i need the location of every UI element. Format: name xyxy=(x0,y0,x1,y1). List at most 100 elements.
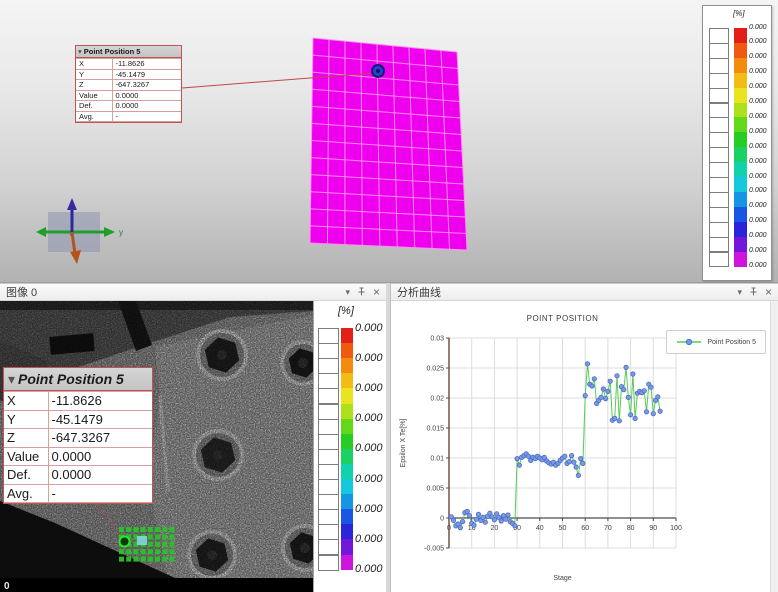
legend-checkbox[interactable] xyxy=(709,206,729,223)
point-label-3d[interactable]: ▾ Point Position 5 X -11.8626 Y -45.1479 Z -6… xyxy=(75,45,182,123)
data-point[interactable] xyxy=(475,511,482,517)
data-point[interactable] xyxy=(525,453,531,459)
close-icon[interactable]: × xyxy=(373,286,380,298)
data-point[interactable] xyxy=(655,394,661,400)
data-point[interactable] xyxy=(632,415,638,422)
data-point[interactable] xyxy=(657,408,663,414)
data-point[interactable] xyxy=(578,456,584,462)
data-point[interactable] xyxy=(464,508,470,514)
data-point[interactable] xyxy=(512,523,518,529)
legend-checkbox[interactable] xyxy=(318,343,339,360)
data-point[interactable] xyxy=(605,388,611,395)
data-point[interactable] xyxy=(457,525,463,531)
data-point[interactable] xyxy=(582,393,588,399)
collapse-icon[interactable]: ▾ xyxy=(78,47,82,56)
data-point[interactable] xyxy=(562,453,568,459)
chart-panel-header[interactable]: 分析曲线 ▾ × xyxy=(391,283,778,301)
data-point[interactable] xyxy=(625,394,631,401)
image-panel-header[interactable]: 图像 0 ▾ × xyxy=(0,283,386,301)
legend-checkbox[interactable] xyxy=(318,554,339,571)
legend-checkbox[interactable] xyxy=(318,509,339,526)
data-point[interactable] xyxy=(573,464,579,470)
data-point[interactable] xyxy=(650,411,656,417)
legend-checkbox[interactable] xyxy=(709,87,729,104)
data-point[interactable] xyxy=(643,409,650,415)
image-view[interactable]: 0 ▾ Point Position 5 X -11.8626 Y -45.1479 Z… xyxy=(0,301,386,592)
chart-legend[interactable]: Point Position 5 xyxy=(666,330,766,354)
point-label-image[interactable]: ▾ Point Position 5 X -11.8626 Y -45.1479 Z -6… xyxy=(3,367,153,504)
panel-menu-icon[interactable]: ▾ xyxy=(345,287,350,297)
legend-checkbox[interactable] xyxy=(318,388,339,405)
legend-checkbox[interactable] xyxy=(709,132,729,149)
legend-checkbox[interactable] xyxy=(318,418,339,435)
data-point[interactable] xyxy=(473,516,479,522)
data-point[interactable] xyxy=(580,460,586,466)
measurement-point[interactable] xyxy=(371,64,385,78)
data-point[interactable] xyxy=(630,371,636,377)
data-point[interactable] xyxy=(482,519,488,525)
legend-checkbox[interactable] xyxy=(318,524,339,541)
legend-checkbox[interactable] xyxy=(709,147,729,164)
data-point[interactable] xyxy=(491,517,498,523)
data-point[interactable] xyxy=(623,364,629,371)
data-point[interactable] xyxy=(480,514,486,520)
legend-checkbox[interactable] xyxy=(709,42,729,59)
data-point[interactable] xyxy=(641,388,647,394)
legend-checkbox[interactable] xyxy=(318,494,339,511)
data-point[interactable] xyxy=(575,472,581,478)
measurement-point-image[interactable] xyxy=(118,535,131,548)
legend-checkbox[interactable] xyxy=(709,57,729,74)
data-point[interactable] xyxy=(471,522,477,528)
data-point[interactable] xyxy=(621,387,627,393)
legend-checkbox[interactable] xyxy=(318,358,339,375)
data-point[interactable] xyxy=(514,456,520,462)
data-point[interactable] xyxy=(628,412,634,418)
legend-checkbox[interactable] xyxy=(318,328,339,345)
data-point[interactable] xyxy=(591,376,597,382)
legend-color-segment xyxy=(734,72,747,89)
data-point[interactable] xyxy=(503,516,509,522)
data-point[interactable] xyxy=(569,453,575,459)
data-point[interactable] xyxy=(584,361,591,367)
data-point[interactable] xyxy=(589,383,595,389)
pin-icon[interactable] xyxy=(357,287,366,298)
legend-checkbox[interactable] xyxy=(318,373,339,390)
panel-menu-icon[interactable]: ▾ xyxy=(737,287,742,297)
legend-checkbox[interactable] xyxy=(709,102,729,119)
legend-checkbox[interactable] xyxy=(318,403,339,420)
close-icon[interactable]: × xyxy=(765,286,772,298)
data-point[interactable] xyxy=(598,394,604,401)
data-point[interactable] xyxy=(505,512,511,518)
data-point[interactable] xyxy=(566,459,572,465)
data-point[interactable] xyxy=(571,459,577,465)
data-point[interactable] xyxy=(498,518,504,524)
pin-icon[interactable] xyxy=(749,287,758,298)
legend-checkbox[interactable] xyxy=(709,251,729,268)
legend-checkbox[interactable] xyxy=(709,162,729,178)
legend-checkbox[interactable] xyxy=(318,433,339,450)
data-point[interactable] xyxy=(460,519,466,525)
data-point[interactable] xyxy=(648,384,654,390)
data-point[interactable] xyxy=(612,415,618,422)
legend-checkbox[interactable] xyxy=(318,479,339,496)
legend-checkbox[interactable] xyxy=(709,236,729,253)
viewport-3d[interactable]: y ▾ Point Position 5 X -11.8626 Y -45.1479 Z… xyxy=(0,0,778,283)
legend-checkbox[interactable] xyxy=(709,72,729,89)
legend-checkbox[interactable] xyxy=(318,463,339,480)
collapse-icon[interactable]: ▾ xyxy=(8,371,15,388)
data-point[interactable] xyxy=(450,517,457,523)
legend-checkbox[interactable] xyxy=(318,539,339,556)
data-point[interactable] xyxy=(516,462,522,468)
data-point[interactable] xyxy=(466,513,473,519)
legend-checkbox[interactable] xyxy=(709,28,729,44)
data-point[interactable] xyxy=(614,373,620,379)
data-point[interactable] xyxy=(603,396,609,402)
legend-checkbox[interactable] xyxy=(709,177,729,193)
legend-checkbox[interactable] xyxy=(709,191,729,208)
data-point[interactable] xyxy=(616,418,622,424)
data-point[interactable] xyxy=(607,378,613,384)
legend-checkbox[interactable] xyxy=(709,221,729,238)
data-point[interactable] xyxy=(600,386,606,392)
legend-checkbox[interactable] xyxy=(709,117,729,134)
legend-checkbox[interactable] xyxy=(318,448,339,465)
